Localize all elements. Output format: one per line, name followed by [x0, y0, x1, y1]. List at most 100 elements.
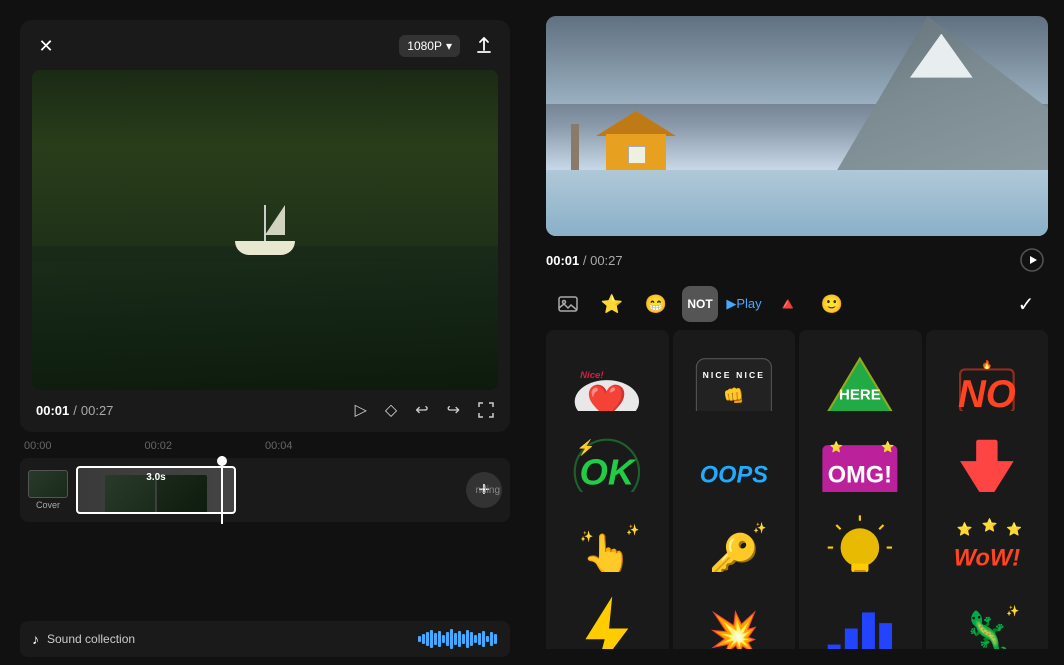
upload-button[interactable]: [470, 32, 498, 60]
svg-text:OK: OK: [580, 452, 637, 493]
time-display: 00:01 / 00:27: [36, 403, 113, 418]
svg-text:🔥: 🔥: [981, 360, 992, 370]
boat-sail: [265, 205, 285, 235]
timeline-track: Cover 3.0s nding +: [20, 458, 510, 522]
undo-button[interactable]: ↩: [415, 400, 428, 420]
header-right: 1080P ▾: [399, 32, 498, 60]
cover-section: Cover: [28, 470, 68, 510]
svg-text:⭐: ⭐: [1006, 521, 1022, 536]
svg-text:💥: 💥: [708, 609, 759, 649]
resolution-selector[interactable]: 1080P ▾: [399, 35, 460, 57]
chart-sticker[interactable]: [799, 572, 922, 649]
waveform-bar: [426, 632, 429, 646]
waveform-bar: [462, 634, 465, 644]
not-tool-button[interactable]: NOT: [682, 286, 718, 322]
video-time-controls: 00:01 / 00:27 ▷ ◇ ↩ ↪: [32, 400, 498, 420]
yellow-house: [596, 114, 676, 174]
house-window: [628, 146, 646, 164]
close-button[interactable]: ✕: [32, 32, 60, 60]
waveform-bar: [438, 631, 441, 647]
video-editor: ✕ 1080P ▾: [20, 20, 510, 432]
waveform-bar: [466, 630, 469, 648]
waveform-bar: [486, 636, 489, 642]
svg-text:✨: ✨: [580, 530, 593, 543]
svg-text:✨: ✨: [1006, 604, 1019, 617]
house-body: [606, 134, 666, 174]
track-clips[interactable]: 3.0s nding: [76, 466, 450, 514]
lightning-sticker[interactable]: [546, 572, 669, 649]
sticker-grid: ❤️ Nice! NICE NICE 👊 NICE NICE HERE NO: [546, 330, 1048, 649]
resolution-label: 1080P: [407, 39, 442, 53]
redo-button[interactable]: ↪: [447, 400, 460, 420]
waveform-bar: [478, 633, 481, 645]
water-reflection: [32, 246, 498, 390]
ending-badge: nding: [476, 485, 500, 496]
current-time: 00:01: [36, 403, 69, 418]
image-tool-button[interactable]: [550, 286, 586, 322]
right-panel: 00:01 / 00:27 ⭐ 😁 NOT ▶Play 🔺 🙂 ✓: [530, 0, 1064, 665]
right-current-time: 00:01 / 00:27: [546, 253, 623, 268]
cover-thumbnail: [28, 470, 68, 498]
waveform-bar: [470, 632, 473, 646]
waveform-bar: [458, 631, 461, 647]
fullscreen-button[interactable]: [478, 402, 494, 418]
iplay-tool-button[interactable]: ▶Play: [726, 286, 762, 322]
mountain-scene: [546, 16, 1048, 236]
playhead[interactable]: [221, 456, 223, 524]
svg-text:👊: 👊: [723, 386, 744, 406]
svg-text:⭐: ⭐: [981, 517, 997, 532]
magnify-sticker[interactable]: 🦎 ✨: [926, 572, 1049, 649]
waveform-bar: [482, 631, 485, 647]
ruler-mark-1: 00:02: [145, 440, 266, 452]
dropdown-arrow-icon: ▾: [446, 39, 452, 53]
total-time: 00:27: [81, 403, 114, 418]
house-roof: [596, 111, 676, 136]
waveform-bar: [454, 633, 457, 645]
water-scene: [546, 170, 1048, 236]
svg-text:✨: ✨: [627, 523, 640, 536]
svg-text:🦎: 🦎: [961, 609, 1012, 649]
sound-collection-label: Sound collection: [47, 632, 410, 646]
waveform-bar: [474, 635, 477, 643]
svg-text:NICE NICE: NICE NICE: [702, 370, 765, 380]
waveform-bar: [450, 629, 453, 649]
clip-duration: 3.0s: [146, 472, 165, 483]
editor-header: ✕ 1080P ▾: [32, 32, 498, 60]
timeline-section: 00:00 00:02 00:04 Cover 3.0s: [0, 440, 530, 613]
main-video-preview: [32, 70, 498, 390]
right-play-button[interactable]: [1016, 244, 1048, 276]
sound-collection-bar[interactable]: ♪ Sound collection: [20, 621, 510, 657]
svg-text:⭐: ⭐: [882, 441, 895, 454]
svg-text:⭐: ⭐: [830, 441, 843, 454]
cone-tool-button[interactable]: 🔺: [770, 286, 806, 322]
svg-text:Nice!: Nice!: [580, 370, 604, 381]
waveform-bar: [434, 633, 437, 645]
ruler-mark-2: 00:04: [265, 440, 386, 452]
waveform-bar: [422, 634, 425, 644]
svg-text:OMG!: OMG!: [828, 462, 892, 488]
svg-text:OOPS: OOPS: [700, 462, 768, 488]
waveform-display: [418, 629, 498, 649]
right-video-time: 00:01 / 00:27: [546, 244, 1048, 276]
boom-sticker[interactable]: 💥: [673, 572, 796, 649]
music-icon: ♪: [32, 631, 39, 647]
main-clip[interactable]: 3.0s: [76, 466, 236, 514]
ruler-mark-0: 00:00: [24, 440, 145, 452]
emoji-tool-button[interactable]: 😁: [638, 286, 674, 322]
waveform-bar: [442, 635, 445, 643]
waveform-bar: [418, 636, 421, 642]
waveform-bar: [494, 634, 497, 644]
confirm-button[interactable]: ✓: [1008, 286, 1044, 322]
time-separator: /: [73, 403, 77, 418]
waveform-bar: [446, 632, 449, 646]
star-tool-button[interactable]: ⭐: [594, 286, 630, 322]
svg-text:⚡: ⚡: [577, 439, 596, 457]
play-button[interactable]: ▷: [355, 400, 367, 420]
left-panel: ✕ 1080P ▾: [0, 0, 530, 665]
keyframe-button[interactable]: ◇: [385, 400, 397, 420]
timeline-ruler: 00:00 00:02 00:04: [20, 440, 510, 452]
dock: [571, 124, 579, 174]
smile-tool-button[interactable]: 🙂: [814, 286, 850, 322]
waveform-bar: [490, 632, 493, 646]
boat: [230, 205, 300, 255]
